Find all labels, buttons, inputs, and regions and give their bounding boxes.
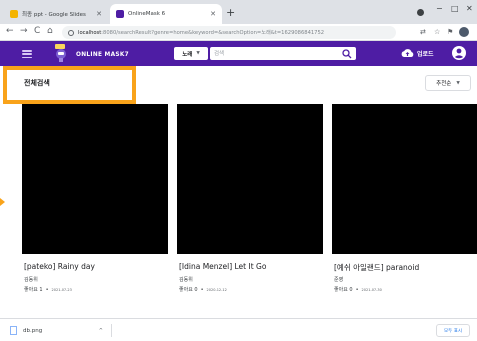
video-meta: 좋아요 0 • 2020-12-12	[179, 286, 227, 293]
back-icon[interactable]: ←	[6, 26, 14, 36]
meta-separator: •	[200, 287, 204, 293]
tab-title: 최종 ppt - Google Slides	[22, 12, 86, 18]
likes-count: 좋아요 1	[24, 287, 43, 293]
forward-icon[interactable]: →	[20, 26, 28, 36]
chevron-down-icon: ▼	[196, 51, 200, 56]
plus-icon[interactable]: +	[226, 6, 235, 19]
video-artist: 김동위	[179, 277, 193, 283]
video-title[interactable]: [pateko] Rainy day	[24, 262, 95, 271]
video-title[interactable]: [예쉬 아일랜드] paranoid	[334, 262, 419, 273]
onlinemask-favicon-icon	[116, 10, 124, 18]
upload-label: 업로드	[417, 50, 434, 58]
video-artist: 김동위	[24, 277, 38, 283]
hamburger-menu-icon[interactable]	[22, 50, 32, 58]
upload-date: 2021-07-30	[361, 288, 382, 292]
video-card[interactable]: [Idina Menzel] Let It Go 김동위 좋아요 0 • 2020-…	[177, 104, 323, 294]
image-file-icon	[10, 326, 17, 335]
video-thumbnail[interactable]	[332, 104, 477, 254]
upload-date: 2021-07-23	[51, 288, 72, 292]
likes-count: 좋아요 0	[179, 287, 198, 293]
maximize-icon[interactable]: □	[451, 4, 459, 13]
browser-tab-onlinemask[interactable]: OnlineMask 6 ✕	[110, 4, 222, 24]
tab-title: OnlineMask 6	[128, 11, 166, 17]
video-title[interactable]: [Idina Menzel] Let It Go	[179, 262, 266, 271]
search-input[interactable]	[210, 47, 356, 60]
search-option-label: 노래	[182, 51, 193, 58]
logo-text[interactable]: ONLINE MASK7	[76, 52, 129, 58]
video-card[interactable]: [예쉬 아일랜드] paranoid 준영 좋아요 0 • 2021-07-30	[332, 104, 477, 294]
likes-count: 좋아요 0	[334, 287, 353, 293]
search-option-select[interactable]: 노래 ▼	[174, 47, 208, 60]
browser-menu-dot-icon[interactable]	[417, 9, 424, 16]
url-host: localhost	[78, 29, 102, 36]
download-item[interactable]: db.png ^	[10, 324, 112, 337]
chevron-up-icon[interactable]: ^	[99, 328, 103, 334]
annotation-arrow-icon	[0, 198, 5, 206]
address-bar[interactable]: localhost :8080/searchResult?genre=home&…	[62, 26, 396, 39]
bookmark-star-icon[interactable]: ☆	[434, 28, 440, 36]
logo-mascot-icon[interactable]	[52, 43, 72, 63]
minimize-icon[interactable]: −	[436, 4, 443, 13]
video-meta: 좋아요 0 • 2021-07-30	[334, 286, 382, 293]
video-thumbnail[interactable]	[177, 104, 323, 254]
upload-date: 2020-12-12	[206, 288, 227, 292]
window-close-icon[interactable]: ✕	[466, 4, 473, 13]
close-tab-icon[interactable]: ✕	[210, 10, 216, 18]
download-file-name: db.png	[23, 327, 43, 334]
close-tab-icon[interactable]: ✕	[96, 10, 102, 18]
annotation-highlight-box	[3, 66, 136, 104]
show-all-downloads-button[interactable]: 모두 표시	[436, 324, 470, 337]
video-thumbnail[interactable]	[22, 104, 168, 254]
meta-separator: •	[355, 287, 359, 293]
app-header: ONLINE MASK7 노래 ▼ 업로드	[0, 41, 477, 66]
video-artist: 준영	[334, 277, 344, 283]
download-shelf: db.png ^ 모두 표시	[0, 318, 477, 341]
sort-select[interactable]: 추천순 ▼	[425, 75, 471, 91]
home-icon[interactable]: ⌂	[47, 26, 53, 36]
search-icon[interactable]	[342, 49, 352, 59]
browser-tab-slides[interactable]: 최종 ppt - Google Slides ✕	[4, 4, 108, 24]
extensions-icon[interactable]: ⚑	[447, 28, 453, 36]
video-meta: 좋아요 1 • 2021-07-23	[24, 286, 72, 293]
cloud-upload-icon	[401, 49, 414, 57]
meta-separator: •	[45, 287, 49, 293]
profile-avatar-icon[interactable]	[459, 27, 469, 37]
translate-icon[interactable]: ⇄	[420, 28, 426, 36]
url-path: :8080/searchResult?genre=home&keyword=&s…	[101, 30, 325, 36]
reload-icon[interactable]: C	[34, 26, 40, 36]
browser-toolbar: ← → C ⌂ localhost :8080/searchResult?gen…	[0, 24, 477, 41]
upload-button[interactable]: 업로드	[401, 45, 434, 61]
chevron-down-icon: ▼	[456, 80, 460, 86]
account-circle-icon[interactable]	[451, 45, 467, 61]
site-info-icon[interactable]	[68, 29, 74, 36]
browser-tab-strip: 최종 ppt - Google Slides ✕ OnlineMask 6 ✕ …	[0, 0, 477, 24]
sort-label: 추천순	[436, 81, 452, 87]
slides-favicon-icon	[10, 10, 18, 18]
video-card[interactable]: [pateko] Rainy day 김동위 좋아요 1 • 2021-07-23	[22, 104, 168, 294]
